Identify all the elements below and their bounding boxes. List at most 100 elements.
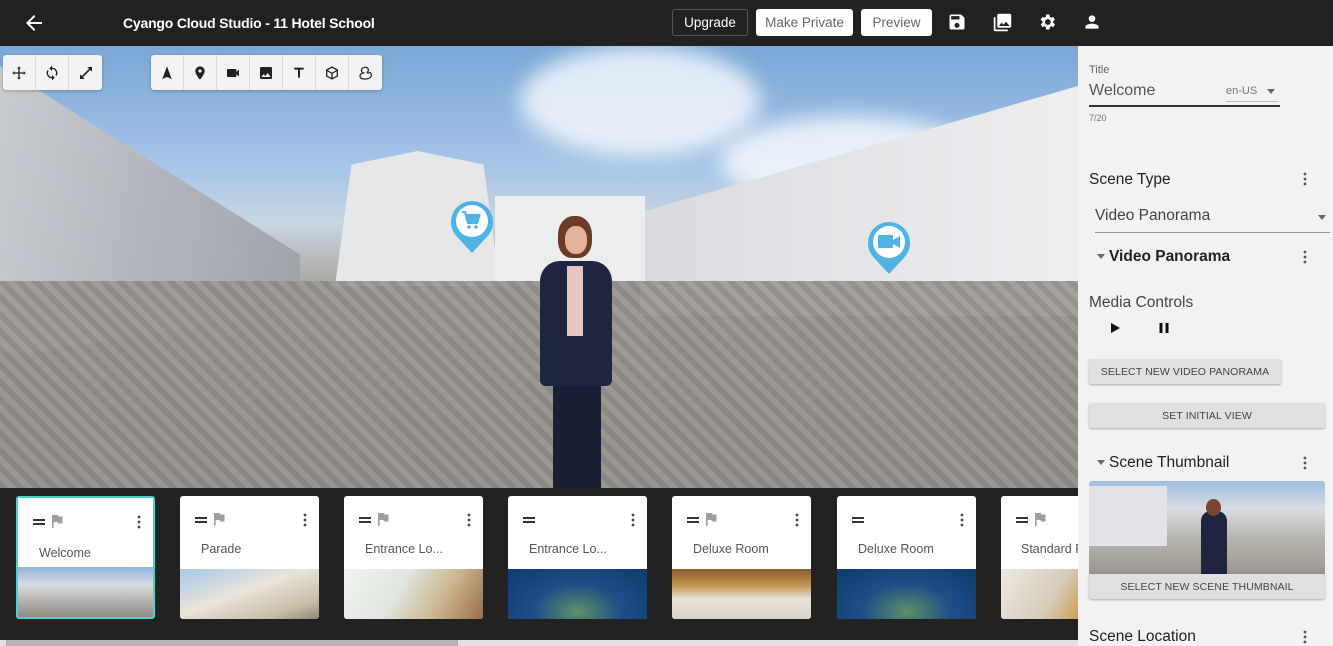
drag-handle-icon[interactable] — [1016, 515, 1028, 525]
add-element-tool-group — [151, 55, 382, 90]
drag-handle-icon[interactable] — [195, 515, 207, 525]
scene-type-select[interactable]: Video Panorama — [1095, 207, 1330, 233]
hotspot-pin-icon — [450, 201, 494, 253]
duck-model-icon — [358, 66, 372, 80]
properties-panel: Title Welcome en-US 7/20 Scene Type Vide… — [1078, 46, 1333, 646]
scene-card-label: Standard R — [1021, 542, 1078, 556]
select-new-video-panorama-button[interactable]: SELECT NEW VIDEO PANORAMA — [1089, 359, 1281, 384]
make-private-button[interactable]: Make Private — [756, 9, 853, 36]
user-account-button[interactable] — [1082, 12, 1104, 34]
scene-card[interactable]: Entrance Lo... — [344, 496, 483, 619]
scene-card-label: Entrance Lo... — [529, 542, 607, 556]
flag-icon[interactable] — [704, 512, 718, 526]
flag-icon[interactable] — [212, 512, 226, 526]
transform-tool-group — [3, 55, 102, 90]
move-icon — [12, 65, 26, 80]
media-library-button[interactable] — [992, 12, 1014, 34]
add-model-tool[interactable] — [349, 55, 382, 90]
scene-card[interactable]: Entrance Lo... — [508, 496, 647, 619]
flag-icon[interactable] — [1033, 512, 1047, 526]
3d-cube-icon — [326, 65, 338, 80]
title-char-counter: 7/20 — [1089, 113, 1107, 123]
more-vertical-icon[interactable] — [1303, 630, 1307, 644]
add-navigation-tool[interactable] — [151, 55, 184, 90]
resize-tool[interactable] — [69, 55, 102, 90]
title-input[interactable]: Welcome — [1089, 82, 1155, 100]
add-video-tool[interactable] — [217, 55, 250, 90]
panorama-viewer[interactable] — [0, 46, 1078, 488]
scene-thumbnail — [837, 569, 976, 619]
scene-thumbnail-section-toggle[interactable]: Scene Thumbnail — [1097, 454, 1229, 472]
scene-thumbnail — [18, 567, 153, 617]
more-vertical-icon[interactable] — [1303, 172, 1307, 186]
add-text-tool[interactable] — [283, 55, 316, 90]
thumb-house — [1089, 486, 1167, 546]
shop-hotspot[interactable] — [449, 199, 495, 255]
scene-thumbnail-preview — [1089, 481, 1325, 574]
scene-thumbnail-heading: Scene Thumbnail — [1109, 454, 1230, 471]
more-vertical-icon[interactable] — [1303, 250, 1307, 264]
video-camera-icon — [227, 68, 239, 77]
scene-card-label: Parade — [201, 542, 242, 556]
save-icon — [949, 14, 965, 30]
save-button[interactable] — [947, 12, 969, 34]
collapse-caret-icon — [1097, 460, 1105, 466]
scene-card[interactable]: Standard R — [1001, 496, 1078, 619]
scene-thumbnail — [344, 569, 483, 619]
more-vertical-icon[interactable] — [960, 513, 964, 527]
scene-card[interactable]: Deluxe Room — [672, 496, 811, 619]
video-panorama-heading: Video Panorama — [1109, 248, 1231, 265]
preview-button[interactable]: Preview — [861, 9, 932, 36]
scene-card[interactable]: Parade — [180, 496, 319, 619]
add-image-tool[interactable] — [250, 55, 283, 90]
add-3d-object-tool[interactable] — [316, 55, 349, 90]
cloud — [520, 46, 760, 156]
more-vertical-icon[interactable] — [303, 513, 307, 527]
scene-type-heading: Scene Type — [1089, 171, 1171, 188]
scene-card[interactable]: Deluxe Room — [837, 496, 976, 619]
navigation-arrow-icon — [162, 65, 172, 79]
play-icon[interactable] — [1108, 321, 1122, 335]
scrollbar-thumb[interactable] — [6, 640, 458, 646]
more-vertical-icon[interactable] — [467, 513, 471, 527]
video-hotspot[interactable] — [866, 220, 912, 276]
more-vertical-icon[interactable] — [631, 513, 635, 527]
more-vertical-icon[interactable] — [1303, 456, 1307, 470]
person-legs — [553, 386, 601, 488]
pause-icon[interactable] — [1157, 321, 1171, 335]
media-library-icon — [993, 13, 1012, 32]
back-button[interactable] — [22, 11, 46, 35]
image-icon — [260, 66, 272, 79]
flag-icon[interactable] — [50, 514, 64, 528]
scene-thumbnail — [180, 569, 319, 619]
person-face — [565, 226, 587, 254]
drag-handle-icon[interactable] — [33, 517, 45, 527]
flag-icon[interactable] — [376, 512, 390, 526]
scene-strip-scrollbar[interactable] — [0, 640, 1078, 646]
video-panorama-section-toggle[interactable]: Video Panorama — [1097, 248, 1230, 266]
rotate-tool[interactable] — [36, 55, 69, 90]
drag-handle-icon[interactable] — [523, 515, 535, 525]
scene-type-value: Video Panorama — [1095, 207, 1211, 224]
set-initial-view-button[interactable]: SET INITIAL VIEW — [1089, 403, 1325, 428]
more-vertical-icon[interactable] — [137, 515, 141, 529]
more-vertical-icon[interactable] — [795, 513, 799, 527]
scene-card[interactable]: Welcome — [16, 496, 155, 619]
resize-icon — [79, 66, 92, 79]
title-underline — [1089, 105, 1280, 107]
scene-card-label: Deluxe Room — [858, 542, 934, 556]
settings-button[interactable] — [1037, 12, 1059, 34]
scene-card-label: Deluxe Room — [693, 542, 769, 556]
scene-thumbnail — [672, 569, 811, 619]
select-new-scene-thumbnail-button[interactable]: SELECT NEW SCENE THUMBNAIL — [1089, 574, 1325, 599]
app-title: Cyango Cloud Studio - 11 Hotel School — [123, 15, 375, 31]
title-field-label: Title — [1089, 64, 1110, 76]
upgrade-button[interactable]: Upgrade — [672, 9, 748, 36]
drag-handle-icon[interactable] — [687, 515, 699, 525]
add-pin-tool[interactable] — [184, 55, 217, 90]
media-controls-label: Media Controls — [1089, 294, 1194, 311]
language-select[interactable]: en-US — [1226, 85, 1279, 97]
drag-handle-icon[interactable] — [852, 515, 864, 525]
move-tool[interactable] — [3, 55, 36, 90]
drag-handle-icon[interactable] — [359, 515, 371, 525]
